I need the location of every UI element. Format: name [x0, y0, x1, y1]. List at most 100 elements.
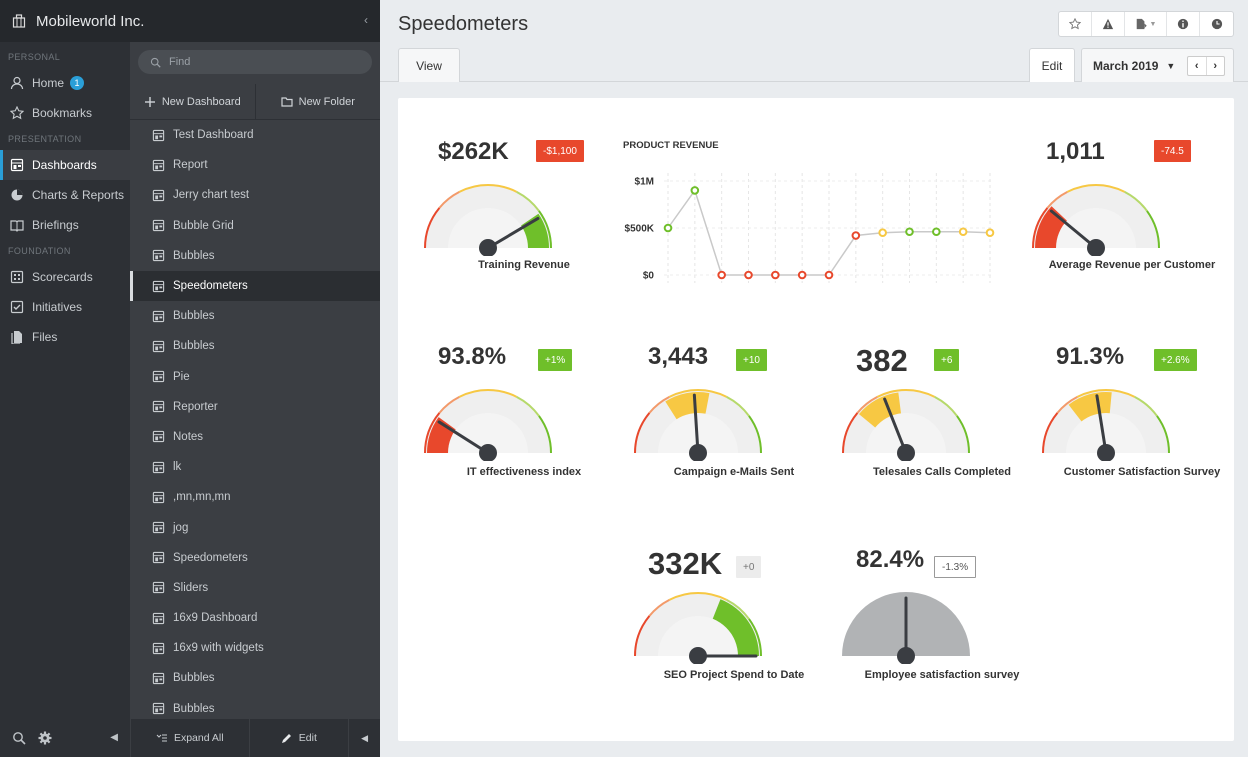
list-item[interactable]: Bubbles	[130, 301, 380, 331]
collapse-list-icon[interactable]: ◀	[348, 719, 380, 757]
data-point[interactable]	[985, 228, 995, 237]
data-point[interactable]	[744, 270, 753, 280]
list-item[interactable]: Bubbles	[130, 331, 380, 361]
search-icon[interactable]	[12, 731, 26, 745]
y-tick-label: $500K	[625, 224, 655, 235]
data-point[interactable]	[878, 228, 887, 237]
gauge-label: Telesales Calls Completed	[873, 466, 1011, 478]
list-item[interactable]: Pie	[130, 362, 380, 392]
collapse-nav-icon[interactable]: ◀	[110, 732, 118, 743]
alert-button[interactable]	[1092, 12, 1125, 36]
nav-item-files[interactable]: Files	[0, 322, 130, 352]
date-selector[interactable]: March 2019 ▼ ‹ ›	[1081, 48, 1234, 82]
warning-icon	[1102, 18, 1114, 30]
chart-y-axis: $0 $500K $1M	[625, 177, 655, 282]
list-item-label: Bubbles	[173, 310, 215, 323]
data-point[interactable]	[771, 270, 780, 280]
data-point[interactable]	[824, 270, 834, 280]
list-item[interactable]: lk	[130, 452, 380, 482]
org-name: Mobileworld Inc.	[36, 12, 145, 30]
new-folder-button[interactable]: New Folder	[256, 84, 381, 119]
list-item[interactable]: Jerry chart test	[130, 180, 380, 210]
nav-item-scorecards[interactable]: Scorecards	[0, 262, 130, 292]
list-item-label: lk	[173, 461, 182, 474]
nav-item-label: Files	[32, 330, 58, 344]
date-label: March 2019	[1093, 58, 1159, 73]
tab-view[interactable]: View	[398, 48, 460, 82]
list-item[interactable]: Speedometers	[130, 543, 380, 573]
list-item[interactable]: 16x9 Dashboard	[130, 603, 380, 633]
list-item[interactable]: Report	[130, 150, 380, 180]
next-icon[interactable]: ›	[1207, 57, 1225, 75]
main-content: Speedometers ▼ View Edit March 2019 ▼ ‹ …	[380, 0, 1248, 757]
checkbox-icon	[10, 300, 24, 314]
chart-title: PRODUCT REVENUE	[623, 140, 719, 151]
org-header[interactable]: Mobileworld Inc. ‹	[0, 0, 380, 42]
data-point[interactable]	[905, 227, 914, 237]
plus-icon	[144, 96, 155, 107]
nav-item-label: Bookmarks	[32, 106, 93, 120]
edit-list-button[interactable]: Edit	[248, 719, 349, 757]
info-icon	[1177, 18, 1189, 30]
list-item-label: Bubbles	[173, 672, 215, 685]
gauge-widget[interactable]: 82.4% -1.3% Employee satisfaction survey	[836, 546, 1019, 746]
dashboard-icon	[152, 521, 165, 534]
nav-item-dashboards[interactable]: Dashboards	[0, 150, 130, 180]
list-item[interactable]: Bubbles	[130, 241, 380, 271]
info-button[interactable]	[1167, 12, 1200, 36]
history-button[interactable]	[1200, 12, 1233, 36]
gauge-value: 332K	[648, 546, 723, 581]
nav-section-title: FOUNDATION	[8, 246, 71, 256]
list-item[interactable]: Sliders	[130, 573, 380, 603]
gear-icon[interactable]	[38, 731, 52, 745]
data-point[interactable]	[717, 270, 726, 280]
gauge-widget[interactable]: 382 +6 Telesales Calls Completed	[836, 343, 1016, 543]
list-item[interactable]: Notes	[130, 422, 380, 452]
list-item-label: Speedometers	[173, 551, 248, 564]
expand-all-button[interactable]: Expand All	[131, 719, 249, 757]
gauge-label: Campaign e-Mails Sent	[673, 466, 795, 478]
gauge-widget[interactable]: 1,011 -74.5 Average Revenue per Customer	[1026, 138, 1215, 338]
list-item[interactable]: Bubble Grid	[130, 211, 380, 241]
delta-badge: +10	[736, 349, 767, 371]
data-point[interactable]	[690, 186, 700, 195]
gauge-label: IT effectiveness index	[466, 466, 582, 478]
list-item-label: Test Dashboard	[173, 129, 254, 142]
share-button[interactable]: ▼	[1125, 12, 1167, 36]
prev-icon[interactable]: ‹	[1188, 57, 1207, 75]
new-folder-label: New Folder	[298, 95, 355, 108]
data-point[interactable]	[932, 227, 941, 237]
list-item[interactable]: jog	[130, 512, 380, 542]
gauge-widget[interactable]: $262K -$1,100 Training Revenue	[418, 138, 598, 338]
nav-item-initiatives[interactable]: Initiatives	[0, 292, 130, 322]
gauge-widget[interactable]: 332K +0 SEO Project Spend to Date	[628, 546, 808, 746]
nav-item-charts-reports[interactable]: Charts & Reports	[0, 180, 130, 210]
gauge-widget[interactable]: 93.8% +1% IT effectiveness index	[418, 343, 598, 543]
dashboard-icon	[152, 219, 165, 232]
data-point[interactable]	[851, 231, 861, 240]
list-item-label: Reporter	[173, 400, 218, 413]
list-item[interactable]: Speedometers	[130, 270, 380, 302]
search-input[interactable]: Find	[138, 50, 372, 74]
data-point[interactable]	[663, 223, 673, 233]
bookmark-button[interactable]	[1059, 12, 1092, 36]
dashboard-icon	[152, 612, 165, 624]
list-item[interactable]: Bubbles	[130, 663, 380, 693]
list-item[interactable]: 16x9 with widgets	[130, 633, 380, 663]
dashboard-list-panel: Find New Dashboard New Folder Test Dashb…	[130, 42, 380, 757]
nav-item-home[interactable]: Home 1	[0, 68, 130, 98]
new-dashboard-button[interactable]: New Dashboard	[130, 84, 256, 119]
nav-item-bookmarks[interactable]: Bookmarks	[0, 98, 130, 128]
tab-edit[interactable]: Edit	[1029, 48, 1075, 82]
gauge-widget[interactable]: 91.3% +2.6% Customer Satisfaction Survey	[1036, 343, 1220, 543]
gauge-widget[interactable]: 3,443 +10 Campaign e-Mails Sent	[628, 343, 808, 543]
data-point[interactable]	[797, 270, 807, 280]
list-item[interactable]: ,mn,mn,mn	[130, 482, 380, 512]
list-item[interactable]: Test Dashboard	[130, 120, 380, 150]
gauge-label: Customer Satisfaction Survey	[1063, 466, 1221, 478]
nav-item-briefings[interactable]: Briefings	[0, 210, 130, 240]
data-point[interactable]	[958, 227, 968, 237]
toolbar: ▼	[1058, 11, 1234, 37]
collapse-icon[interactable]: ‹	[364, 13, 368, 27]
list-item[interactable]: Reporter	[130, 392, 380, 422]
